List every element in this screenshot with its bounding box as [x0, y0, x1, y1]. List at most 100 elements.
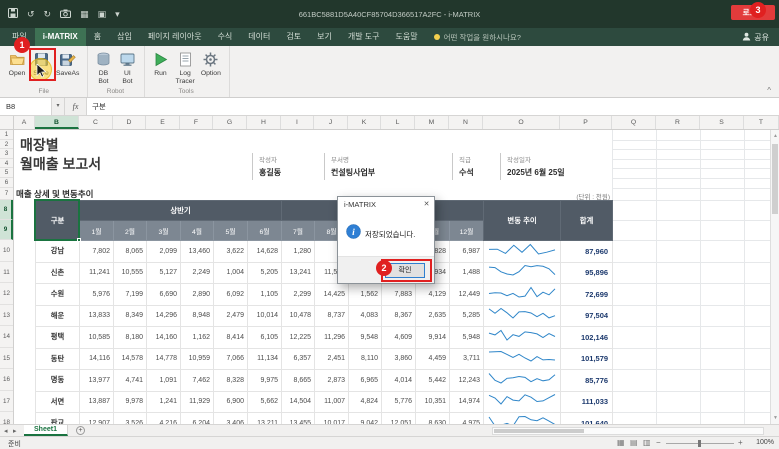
value-cell[interactable]: 10,585 [80, 327, 114, 349]
ribbon-tab-페이지-레이아웃[interactable]: 페이지 레이아웃 [140, 28, 210, 46]
store-name-cell[interactable]: 명동 [36, 370, 80, 392]
value-cell[interactable]: 12,243 [450, 370, 484, 392]
value-cell[interactable]: 4,129 [416, 284, 450, 306]
add-sheet-button[interactable]: + [76, 426, 85, 435]
value-cell[interactable]: 3,860 [382, 348, 416, 370]
trend-cell[interactable] [484, 305, 561, 327]
column-header-G[interactable]: G [213, 116, 247, 129]
column-header-M[interactable]: M [415, 116, 449, 129]
total-cell[interactable]: 101,579 [561, 348, 613, 370]
row-header-9[interactable]: 9 [0, 220, 13, 240]
value-cell[interactable]: 4,609 [382, 327, 416, 349]
horizontal-scrollbar[interactable] [492, 427, 764, 435]
header-total[interactable]: 합계 [561, 201, 613, 241]
value-cell[interactable]: 11,296 [315, 327, 349, 349]
trend-cell[interactable] [484, 284, 561, 306]
ribbon-button-run[interactable]: Run [148, 47, 172, 87]
value-cell[interactable]: 10,014 [248, 305, 282, 327]
header-first-half[interactable]: 상반기 [80, 201, 282, 221]
value-cell[interactable]: 3,622 [214, 241, 248, 263]
header-month-4월[interactable]: 4월 [181, 221, 214, 241]
value-cell[interactable]: 6,965 [349, 370, 382, 392]
save-icon[interactable] [8, 8, 18, 20]
value-cell[interactable]: 13,833 [80, 305, 114, 327]
value-cell[interactable]: 10,555 [114, 262, 147, 284]
value-cell[interactable]: 14,116 [80, 348, 114, 370]
value-cell[interactable]: 11,134 [248, 348, 282, 370]
value-cell[interactable]: 2,451 [315, 348, 349, 370]
value-cell[interactable]: 2,890 [181, 284, 214, 306]
header-month-12월[interactable]: 12월 [450, 221, 484, 241]
tell-me-box[interactable]: 어떤 작업을 원하시나요? [434, 32, 521, 43]
ribbon-tab-개발-도구[interactable]: 개발 도구 [340, 28, 388, 46]
row-header-7[interactable]: 7 [0, 188, 13, 200]
store-name-cell[interactable]: 평택 [36, 327, 80, 349]
share-button[interactable]: 공유 [742, 32, 769, 43]
value-cell[interactable]: 14,160 [147, 327, 181, 349]
value-cell[interactable]: 8,367 [382, 305, 416, 327]
formula-input[interactable]: 구분 [87, 98, 779, 115]
value-cell[interactable]: 4,741 [114, 370, 147, 392]
ribbon-tab-삽입[interactable]: 삽입 [109, 28, 140, 46]
row-header-13[interactable]: 13 [0, 305, 13, 327]
ribbon-tab-수식[interactable]: 수식 [210, 28, 241, 46]
sheet-nav-right-icon[interactable]: ▸ [13, 427, 17, 435]
ribbon-button-ui-bot[interactable]: UI Bot [115, 47, 139, 87]
value-cell[interactable]: 14,974 [450, 391, 484, 413]
value-cell[interactable]: 11,929 [181, 391, 214, 413]
column-header-S[interactable]: S [700, 116, 744, 129]
value-cell[interactable]: 13,211 [248, 413, 282, 425]
value-cell[interactable]: 1,004 [214, 262, 248, 284]
value-cell[interactable]: 11,007 [315, 391, 349, 413]
value-cell[interactable]: 4,975 [450, 413, 484, 425]
value-cell[interactable]: 8,328 [214, 370, 248, 392]
value-cell[interactable]: 6,204 [181, 413, 214, 425]
value-cell[interactable]: 4,014 [382, 370, 416, 392]
value-cell[interactable]: 5,662 [248, 391, 282, 413]
dialog-close-icon[interactable]: ✕ [419, 197, 434, 212]
column-header-F[interactable]: F [180, 116, 213, 129]
value-cell[interactable]: 1,162 [181, 327, 214, 349]
total-cell[interactable]: 101,640 [561, 413, 613, 425]
column-header-I[interactable]: I [281, 116, 314, 129]
value-cell[interactable]: 12,051 [382, 413, 416, 425]
value-cell[interactable]: 14,296 [147, 305, 181, 327]
total-cell[interactable]: 102,146 [561, 327, 613, 349]
row-header-1[interactable]: 1 [0, 130, 13, 140]
redo-icon[interactable]: ↻ [44, 9, 52, 19]
header-month-6월[interactable]: 6월 [248, 221, 282, 241]
ribbon-tab-도움말[interactable]: 도움말 [388, 28, 426, 46]
value-cell[interactable]: 14,578 [114, 348, 147, 370]
value-cell[interactable]: 2,099 [147, 241, 181, 263]
ribbon-tab-보기[interactable]: 보기 [309, 28, 340, 46]
total-cell[interactable]: 111,033 [561, 391, 613, 413]
column-header-J[interactable]: J [314, 116, 348, 129]
value-cell[interactable]: 4,083 [349, 305, 382, 327]
value-cell[interactable]: 4,216 [147, 413, 181, 425]
total-cell[interactable]: 72,699 [561, 284, 613, 306]
row-header-6[interactable]: 6 [0, 178, 13, 188]
horizontal-scroll-thumb[interactable] [494, 429, 584, 433]
total-cell[interactable]: 95,896 [561, 262, 613, 284]
value-cell[interactable]: 3,711 [450, 348, 484, 370]
row-header-15[interactable]: 15 [0, 348, 13, 370]
value-cell[interactable]: 9,978 [114, 391, 147, 413]
value-cell[interactable]: 6,900 [214, 391, 248, 413]
customize-dropdown-icon[interactable]: ▾ [115, 9, 120, 19]
value-cell[interactable]: 10,017 [315, 413, 349, 425]
column-header-A[interactable]: A [14, 116, 35, 129]
value-cell[interactable]: 9,914 [416, 327, 450, 349]
value-cell[interactable]: 13,241 [282, 262, 315, 284]
value-cell[interactable]: 8,180 [114, 327, 147, 349]
column-header-O[interactable]: O [483, 116, 560, 129]
value-cell[interactable]: 3,406 [214, 413, 248, 425]
ribbon-button-db-bot[interactable]: DB Bot [91, 47, 115, 87]
value-cell[interactable]: 12,225 [282, 327, 315, 349]
column-header-P[interactable]: P [560, 116, 612, 129]
zoom-level[interactable]: 100% [744, 439, 774, 446]
value-cell[interactable]: 8,414 [214, 327, 248, 349]
header-month-5월[interactable]: 5월 [214, 221, 248, 241]
undo-icon[interactable]: ↺ [27, 9, 35, 19]
ribbon-button-log-tracer[interactable]: Log Tracer [172, 47, 197, 87]
header-month-7월[interactable]: 7월 [282, 221, 315, 241]
